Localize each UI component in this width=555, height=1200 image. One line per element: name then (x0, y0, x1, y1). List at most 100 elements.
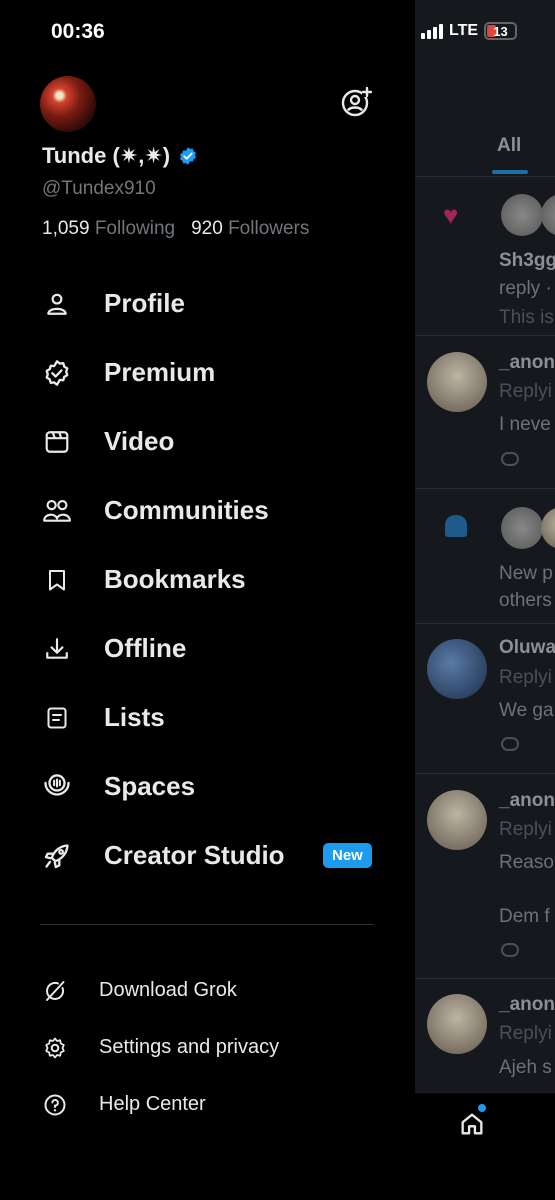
reply-icon (501, 943, 519, 957)
feed-avatar (427, 790, 487, 850)
menu-divider (40, 924, 374, 925)
heart-icon: ♥ (443, 200, 459, 230)
status-time: 00:36 (51, 20, 105, 43)
rocket-icon (42, 841, 72, 871)
feed-divider (415, 773, 555, 774)
bookmark-icon (42, 565, 72, 595)
menu-item-creator-studio[interactable]: Creator Studio New (0, 821, 415, 890)
person-icon (42, 289, 72, 319)
feed-tab-all[interactable]: All (497, 135, 521, 157)
battery-icon: 13 (484, 22, 518, 40)
followers-label: Followers (228, 218, 310, 239)
menu-label: Spaces (104, 771, 196, 801)
feed-text: Replyi (499, 819, 552, 840)
follow-stats: 1,059 Following 920 Followers (42, 218, 309, 240)
menu-item-lists[interactable]: Lists (0, 683, 415, 752)
menu-item-download-grok[interactable]: Download Grok (0, 962, 415, 1019)
feed-divider (415, 623, 555, 624)
home-icon[interactable] (458, 1110, 486, 1138)
reply-icon (501, 452, 519, 466)
communities-icon (42, 496, 72, 526)
menu-label: Offline (104, 633, 187, 663)
menu-label: Communities (104, 495, 269, 525)
feed-text: others (499, 590, 552, 611)
list-icon (42, 703, 72, 733)
feed-text: New p (499, 563, 553, 584)
menu-label: Lists (104, 702, 165, 732)
feed-text: _anon (499, 790, 555, 811)
feed-avatar (541, 194, 555, 236)
feed-text: Dem f (499, 906, 550, 927)
status-indicators: LTE 13 (421, 22, 518, 40)
feed-avatar (501, 507, 543, 549)
menu-item-communities[interactable]: Communities (0, 476, 415, 545)
avatar[interactable] (40, 76, 96, 132)
feed-divider (415, 335, 555, 336)
followers-count: 920 (191, 218, 223, 239)
feed-text: Replyi (499, 381, 552, 402)
feed-text: _anon (499, 352, 555, 373)
help-icon (42, 1092, 68, 1118)
download-icon (42, 634, 72, 664)
add-account-icon[interactable] (340, 86, 372, 118)
feed-avatar (501, 194, 543, 236)
spaces-icon (42, 772, 72, 802)
profile-name[interactable]: Tunde (✷,✷) (42, 143, 198, 169)
feed-tab-indicator (492, 170, 528, 174)
feed-avatar (427, 994, 487, 1054)
menu-label: Bookmarks (104, 564, 246, 594)
menu-label: Video (104, 426, 175, 456)
feed-text: Oluwa (499, 637, 555, 658)
submenu-label: Help Center (99, 1093, 206, 1115)
network-type: LTE (449, 22, 479, 39)
followers-link[interactable]: 920 Followers (191, 218, 309, 240)
main-menu: Profile Premium Video Communities Bookma… (0, 269, 415, 890)
feed-divider (415, 978, 555, 979)
profile-name-text: Tunde (✷,✷) (42, 143, 171, 168)
reply-icon (501, 737, 519, 751)
feed-text: _anon (499, 994, 555, 1015)
menu-item-settings-and-privacy[interactable]: Settings and privacy (0, 1019, 415, 1076)
following-count: 1,059 (42, 218, 90, 239)
menu-label: Creator Studio (104, 840, 285, 870)
notification-dot (478, 1104, 486, 1112)
battery-level: 13 (493, 23, 508, 39)
menu-label: Premium (104, 357, 216, 387)
feed-text: This is (499, 307, 554, 328)
following-link[interactable]: 1,059 Following (42, 218, 175, 240)
feed-text: reply · (499, 278, 552, 299)
background-feed: All ♥ Sh3gg reply · This is _anon Replyi… (415, 0, 555, 1200)
new-badge: New (323, 843, 372, 868)
feed-text: We ga (499, 700, 554, 721)
menu-item-help-center[interactable]: Help Center (0, 1076, 415, 1133)
menu-item-video[interactable]: Video (0, 407, 415, 476)
feed-text: Ajeh s (499, 1057, 552, 1078)
verified-badge-icon (180, 147, 197, 165)
bell-icon (445, 515, 467, 537)
menu-item-bookmarks[interactable]: Bookmarks (0, 545, 415, 614)
menu-item-profile[interactable]: Profile (0, 269, 415, 338)
feed-text: Replyi (499, 667, 552, 688)
menu-item-spaces[interactable]: Spaces (0, 752, 415, 821)
feed-avatar (541, 507, 555, 549)
signal-icon (421, 23, 443, 39)
feed-text: Sh3gg (499, 250, 555, 271)
feed-text: Replyi (499, 1023, 552, 1044)
menu-item-offline[interactable]: Offline (0, 614, 415, 683)
feed-divider (415, 488, 555, 489)
profile-handle: @Tundex910 (42, 178, 156, 199)
menu-label: Profile (104, 288, 185, 318)
gear-icon (42, 1035, 68, 1061)
following-label: Following (94, 218, 176, 239)
menu-item-premium[interactable]: Premium (0, 338, 415, 407)
video-icon (42, 427, 72, 457)
secondary-menu: Download Grok Settings and privacy Help … (0, 962, 415, 1133)
feed-avatar (427, 352, 487, 412)
side-drawer: Tunde (✷,✷) @Tundex910 1,059 Following 9… (0, 0, 415, 1200)
premium-badge-icon (42, 358, 72, 388)
grok-icon (42, 978, 68, 1004)
submenu-label: Settings and privacy (99, 1036, 280, 1058)
submenu-label: Download Grok (99, 979, 237, 1001)
feed-text: Reaso (499, 852, 554, 873)
feed-text: I neve (499, 414, 551, 435)
